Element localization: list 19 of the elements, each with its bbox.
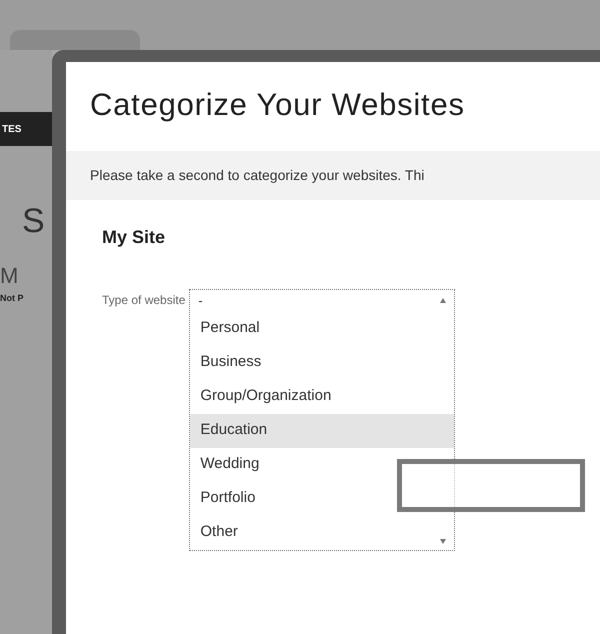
site-name: My Site: [102, 226, 166, 249]
scroll-up-icon[interactable]: [440, 298, 446, 303]
field-label: Type of website: [102, 292, 186, 308]
dialog-description: Please take a second to categorize your websites. Thi: [90, 166, 426, 185]
scroll-down-icon[interactable]: [440, 538, 446, 544]
dropdown-option[interactable]: Personal: [190, 312, 454, 346]
type-dropdown[interactable]: - Personal Business Group/Organization Education Wedding Portfolio Other: [189, 288, 456, 550]
tab-label[interactable]: TES: [0, 112, 52, 146]
dialog-title: Categorize Your Websites: [90, 86, 466, 124]
dropdown-option[interactable]: Business: [190, 346, 454, 380]
dropdown-option[interactable]: Education: [190, 414, 454, 448]
dropdown-option[interactable]: Group/Organization: [190, 380, 454, 414]
dropdown-option[interactable]: Wedding: [190, 448, 454, 482]
background-heading: S: [21, 201, 46, 242]
background-note: Not P: [0, 292, 24, 305]
background-subheading: M: [0, 262, 20, 290]
dropdown-option[interactable]: Other: [190, 516, 454, 550]
dropdown-option[interactable]: Portfolio: [190, 482, 454, 516]
dropdown-value: -: [198, 292, 203, 310]
